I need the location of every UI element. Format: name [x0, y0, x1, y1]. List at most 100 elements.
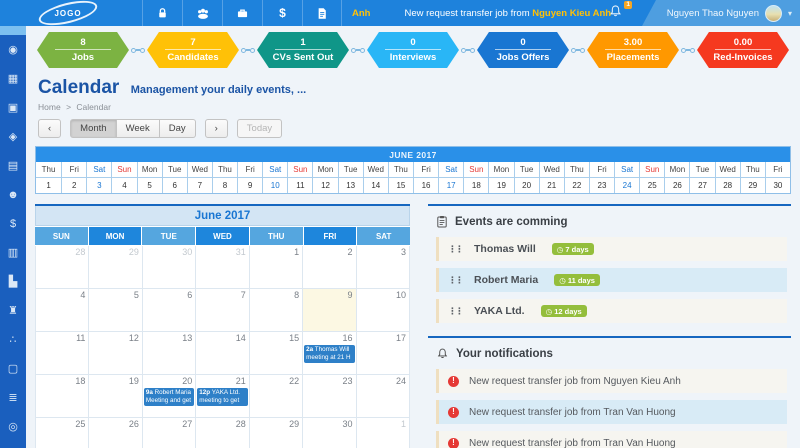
jobs-icon[interactable]: ▣ — [0, 93, 26, 122]
drag-handle-icon[interactable]: ⋮⋮ — [448, 275, 464, 286]
strip-day-4[interactable]: Sun 4 — [111, 162, 137, 193]
notification-item[interactable]: ! New request transfer job from Tran Van … — [436, 431, 787, 448]
day-cell-3[interactable]: 3 — [356, 246, 410, 289]
lock-icon[interactable] — [142, 0, 182, 26]
day-cell-22[interactable]: 22 — [249, 375, 304, 418]
id-card-icon[interactable]: ▤ — [0, 151, 26, 180]
dollar-icon[interactable]: $ — [262, 0, 302, 26]
help-icon[interactable]: ◎ — [0, 412, 26, 441]
day-cell-20[interactable]: 20 9a Robert Maria Meeting and get — [142, 375, 197, 418]
organization-icon[interactable]: ♜ — [0, 296, 26, 325]
next-button[interactable]: › — [204, 119, 228, 138]
calendar-event[interactable]: 2a Thomas Will meeting at 21 H — [304, 345, 355, 363]
reports-icon[interactable]: ▙ — [0, 267, 26, 296]
day-cell-28[interactable]: 28 — [36, 246, 90, 289]
strip-day-18[interactable]: Sun 18 — [463, 162, 489, 193]
pipeline-stage-red-invoices[interactable]: 0.00 Red-Invoices — [697, 32, 789, 68]
day-cell-13[interactable]: 13 — [142, 332, 197, 375]
pipeline-stage-jobs[interactable]: 8 Jobs — [37, 32, 129, 68]
drag-handle-icon[interactable]: ⋮⋮ — [448, 244, 464, 255]
candidates-icon[interactable]: ☻ — [0, 180, 26, 209]
notification-item[interactable]: ! New request transfer job from Nguyen Ki… — [436, 369, 787, 393]
prev-button[interactable]: ‹ — [38, 119, 62, 138]
strip-day-13[interactable]: Tue 13 — [337, 162, 363, 193]
strip-day-23[interactable]: Fri 23 — [588, 162, 615, 193]
day-cell-1[interactable]: 1 — [249, 246, 304, 289]
day-cell-30[interactable]: 30 — [303, 418, 357, 448]
event-list-item[interactable]: ⋮⋮ Thomas Will ◷ 7 days — [436, 237, 787, 261]
notifications-bell[interactable]: 1 — [608, 1, 632, 22]
strip-day-8[interactable]: Thu 8 — [211, 162, 238, 193]
pipeline-stage-cvs-sent-out[interactable]: 1 CVs Sent Out — [257, 32, 349, 68]
day-cell-10[interactable]: 10 — [356, 289, 410, 332]
strip-day-11[interactable]: Sun 11 — [287, 162, 313, 193]
strip-day-30[interactable]: Fri 30 — [764, 162, 790, 193]
documents-icon[interactable]: ▢ — [0, 354, 26, 383]
strip-day-21[interactable]: Wed 21 — [538, 162, 564, 193]
strip-day-29[interactable]: Thu 29 — [739, 162, 765, 193]
language-label[interactable]: Anh — [352, 8, 370, 19]
strip-day-20[interactable]: Tue 20 — [513, 162, 539, 193]
strip-day-28[interactable]: Wed 28 — [714, 162, 740, 193]
strip-day-10[interactable]: Sat 10 — [262, 162, 288, 193]
event-list-item[interactable]: ⋮⋮ YAKA Ltd. ◷ 12 days — [436, 299, 787, 323]
pipeline-stage-placements[interactable]: 3.00 Placements — [587, 32, 679, 68]
day-cell-12[interactable]: 12 — [89, 332, 143, 375]
view-month-button[interactable]: Month — [70, 119, 117, 138]
day-cell-16[interactable]: 16 2a Thomas Will meeting at 21 H — [303, 332, 357, 375]
day-cell-14[interactable]: 14 — [196, 332, 250, 375]
day-cell-23[interactable]: 23 — [303, 375, 357, 418]
day-cell-21[interactable]: 21 12p YAKA Ltd. meeting to get re — [196, 375, 250, 418]
calendar-icon[interactable]: ▦ — [0, 64, 26, 93]
security-icon[interactable]: ◈ — [0, 122, 26, 151]
day-cell-26[interactable]: 26 — [89, 418, 143, 448]
day-cell-6[interactable]: 6 — [142, 289, 197, 332]
strip-day-7[interactable]: Wed 7 — [186, 162, 212, 193]
pipeline-stage-candidates[interactable]: 7 Candidates — [147, 32, 239, 68]
day-cell-30[interactable]: 30 — [142, 246, 197, 289]
strip-day-26[interactable]: Mon 26 — [664, 162, 690, 193]
day-cell-17[interactable]: 17 — [356, 332, 410, 375]
notification-item[interactable]: ! New request transfer job from Tran Van … — [436, 400, 787, 424]
strip-day-14[interactable]: Wed 14 — [362, 162, 388, 193]
day-cell-15[interactable]: 15 — [249, 332, 304, 375]
strip-day-16[interactable]: Fri 16 — [412, 162, 439, 193]
strip-day-15[interactable]: Thu 15 — [387, 162, 413, 193]
day-cell-19[interactable]: 19 — [89, 375, 143, 418]
view-day-button[interactable]: Day — [159, 119, 196, 138]
day-cell-1[interactable]: 1 — [356, 418, 410, 448]
day-cell-25[interactable]: 25 — [36, 418, 90, 448]
day-cell-5[interactable]: 5 — [89, 289, 143, 332]
strip-day-12[interactable]: Mon 12 — [312, 162, 338, 193]
finance-icon[interactable]: $ — [0, 209, 26, 238]
day-cell-24[interactable]: 24 — [356, 375, 410, 418]
app-logo[interactable]: JOGO — [36, 0, 100, 30]
network-icon[interactable]: ∴ — [0, 325, 26, 354]
strip-day-27[interactable]: Tue 27 — [689, 162, 715, 193]
calendar-event[interactable]: 9a Robert Maria Meeting and get — [143, 388, 195, 406]
drag-handle-icon[interactable]: ⋮⋮ — [448, 306, 464, 317]
pipeline-stage-jobs-offers[interactable]: 0 Jobs Offers — [477, 32, 569, 68]
day-cell-31[interactable]: 31 — [196, 246, 250, 289]
strip-day-24[interactable]: Sat 24 — [614, 162, 640, 193]
invoices-icon[interactable]: ▥ — [0, 238, 26, 267]
day-cell-18[interactable]: 18 — [36, 375, 90, 418]
strip-day-1[interactable]: Thu 1 — [36, 162, 62, 193]
briefcase-icon[interactable] — [222, 0, 262, 26]
day-cell-7[interactable]: 7 — [196, 289, 250, 332]
dashboard-icon[interactable]: ◉ — [0, 35, 26, 64]
day-cell-8[interactable]: 8 — [249, 289, 304, 332]
team-icon[interactable] — [182, 0, 222, 26]
day-cell-29[interactable]: 29 — [249, 418, 304, 448]
pipeline-stage-interviews[interactable]: 0 Interviews — [367, 32, 459, 68]
day-cell-2[interactable]: 2 — [303, 246, 357, 289]
strip-day-22[interactable]: Thu 22 — [563, 162, 589, 193]
database-icon[interactable]: ≣ — [0, 383, 26, 412]
breadcrumb-home[interactable]: Home — [38, 102, 61, 112]
strip-day-25[interactable]: Sun 25 — [639, 162, 665, 193]
day-cell-11[interactable]: 11 — [36, 332, 90, 375]
day-cell-4[interactable]: 4 — [36, 289, 90, 332]
strip-day-6[interactable]: Tue 6 — [161, 162, 187, 193]
document-icon[interactable] — [302, 0, 342, 26]
strip-day-5[interactable]: Mon 5 — [136, 162, 162, 193]
